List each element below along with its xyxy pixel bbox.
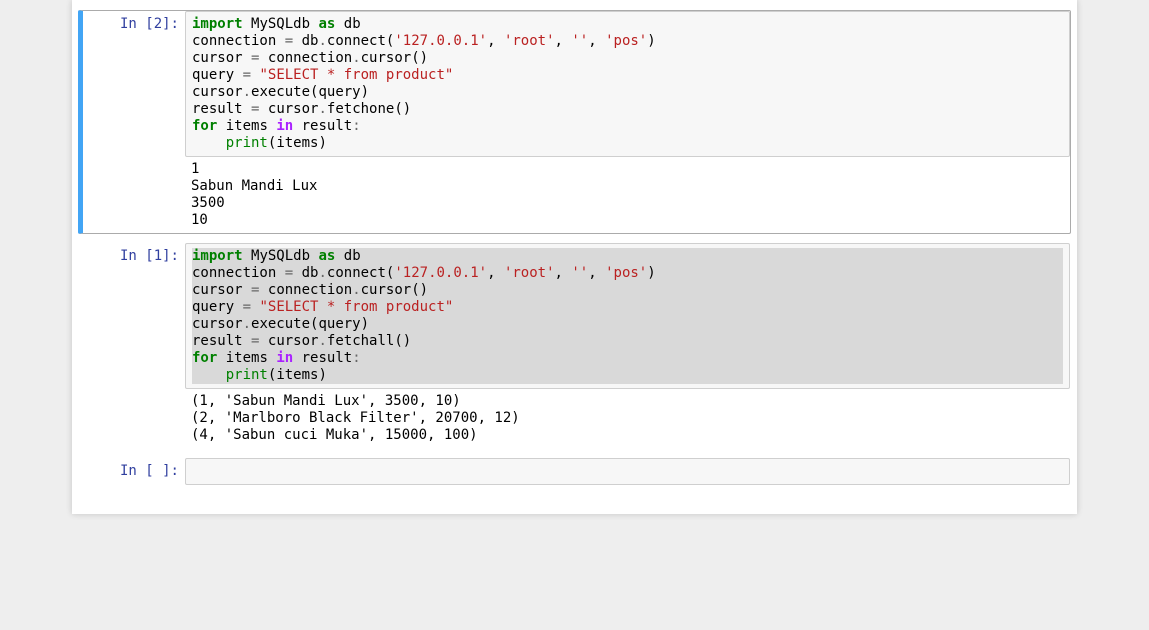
- cell-wrap: In [2]:import MySQLdb as dbconnection = …: [78, 10, 1071, 234]
- notebook-cell[interactable]: In [ ]:: [78, 457, 1071, 486]
- code-input[interactable]: import MySQLdb as dbconnection = db.conn…: [185, 243, 1070, 389]
- input-row: In [2]:import MySQLdb as dbconnection = …: [83, 11, 1070, 157]
- input-prompt: In [ ]:: [79, 458, 185, 485]
- input-prompt: In [1]:: [79, 243, 185, 389]
- input-prompt: In [2]:: [83, 11, 185, 157]
- notebook-cell[interactable]: In [1]:import MySQLdb as dbconnection = …: [78, 242, 1071, 449]
- output-prompt: [79, 389, 185, 448]
- notebook-cell[interactable]: In [2]:import MySQLdb as dbconnection = …: [78, 10, 1071, 234]
- code-input[interactable]: import MySQLdb as dbconnection = db.conn…: [185, 11, 1070, 157]
- cell-wrap: In [ ]:: [78, 457, 1071, 486]
- input-row: In [1]:import MySQLdb as dbconnection = …: [79, 243, 1070, 389]
- code-input[interactable]: [185, 458, 1070, 485]
- output-row: 1 Sabun Mandi Lux 3500 10: [83, 157, 1070, 233]
- input-row: In [ ]:: [79, 458, 1070, 485]
- output-row: (1, 'Sabun Mandi Lux', 3500, 10) (2, 'Ma…: [79, 389, 1070, 448]
- output-text: (1, 'Sabun Mandi Lux', 3500, 10) (2, 'Ma…: [185, 389, 1070, 448]
- notebook-container: In [2]:import MySQLdb as dbconnection = …: [72, 0, 1077, 514]
- output-prompt: [83, 157, 185, 233]
- output-text: 1 Sabun Mandi Lux 3500 10: [185, 157, 1070, 233]
- cell-wrap: In [1]:import MySQLdb as dbconnection = …: [78, 242, 1071, 449]
